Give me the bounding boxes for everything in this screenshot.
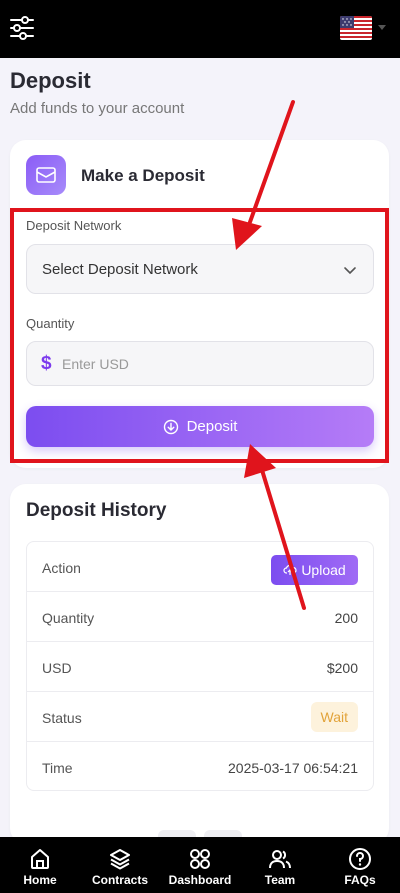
- deposit-card-title: Make a Deposit: [81, 166, 205, 185]
- home-icon: [31, 849, 49, 869]
- table-row: Action Upload: [27, 542, 373, 592]
- bottom-nav: Home Contracts Dashboard Team FAQs: [0, 837, 400, 893]
- wallet-icon: [26, 155, 66, 195]
- us-flag-icon: [340, 16, 372, 40]
- nav-home-label: Home: [23, 873, 57, 887]
- row-label: Status: [42, 710, 82, 726]
- nav-team[interactable]: Team: [240, 837, 320, 893]
- nav-team-label: Team: [264, 873, 296, 887]
- cloud-upload-icon: [283, 564, 297, 575]
- nav-faqs[interactable]: FAQs: [320, 837, 400, 893]
- row-label: Quantity: [42, 610, 95, 626]
- upload-button-label: Upload: [301, 562, 346, 578]
- row-label: Action: [42, 560, 81, 576]
- question-icon: [349, 848, 371, 870]
- chevron-down-icon: [378, 25, 386, 30]
- row-value: $200: [326, 660, 358, 676]
- history-table: Action Upload Quantity 200 USD $200 Stat…: [26, 541, 374, 791]
- nav-dashboard-label: Dashboard: [168, 873, 232, 887]
- upload-button[interactable]: Upload: [271, 555, 358, 585]
- row-label: Time: [42, 760, 73, 776]
- top-bar: [0, 0, 400, 58]
- nav-contracts-label: Contracts: [91, 873, 148, 887]
- table-row: Status Wait: [27, 692, 373, 742]
- table-row: USD $200: [27, 642, 373, 692]
- nav-faqs-label: FAQs: [344, 873, 376, 887]
- nav-dashboard[interactable]: Dashboard: [160, 837, 240, 893]
- filter-sliders-icon[interactable]: [8, 14, 36, 42]
- users-icon: [269, 850, 291, 869]
- language-selector[interactable]: [340, 16, 386, 42]
- history-title: Deposit History: [26, 500, 167, 521]
- deposit-history-card: Deposit History Action Upload Quantity 2…: [10, 484, 389, 844]
- page-title: Deposit: [10, 68, 91, 93]
- page-subtitle: Add funds to your account: [10, 100, 185, 117]
- table-row: Quantity 200: [27, 592, 373, 642]
- nav-contracts[interactable]: Contracts: [80, 837, 160, 893]
- grid-icon: [190, 849, 210, 869]
- nav-home[interactable]: Home: [0, 837, 80, 893]
- layers-icon: [110, 849, 130, 870]
- row-value: 2025-03-17 06:54:21: [228, 760, 358, 776]
- row-label: USD: [42, 660, 72, 676]
- status-badge: Wait: [310, 702, 358, 732]
- highlight-annotation-box: [10, 208, 389, 463]
- row-value: 200: [334, 610, 358, 626]
- table-row: Time 2025-03-17 06:54:21: [27, 742, 373, 790]
